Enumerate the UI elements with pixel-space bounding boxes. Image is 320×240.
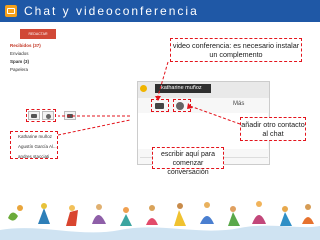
figure-icon — [177, 203, 183, 209]
ground-wave — [0, 225, 320, 240]
connector-contacts — [57, 119, 131, 136]
figure-icon — [146, 218, 158, 225]
figure-icon — [280, 212, 292, 226]
figure-icon — [305, 204, 311, 210]
figure-icon — [69, 205, 75, 211]
figure-icon — [66, 210, 78, 226]
figure-icon — [174, 210, 186, 226]
figure-icon — [228, 212, 240, 226]
figure-icon — [41, 203, 47, 209]
figure-icon — [252, 215, 266, 224]
decorative-figures — [0, 201, 320, 240]
connector-add — [189, 105, 241, 125]
figure-icon — [92, 215, 106, 224]
figure-icon — [282, 206, 288, 212]
connector-video — [157, 61, 169, 97]
figure-icon — [302, 217, 314, 224]
arrowhead — [187, 103, 193, 109]
figure-icon — [123, 207, 129, 213]
figure-icon — [200, 216, 214, 224]
arrowhead — [155, 96, 161, 101]
figure-icon — [96, 204, 102, 210]
figure-icon — [256, 201, 262, 207]
figure-icon — [149, 205, 155, 211]
figure-icon — [8, 212, 18, 221]
figure-icon — [120, 214, 132, 226]
figure-icon — [38, 208, 50, 224]
figure-icon — [230, 206, 236, 212]
figure-icon — [204, 202, 210, 208]
figure-icon — [17, 205, 23, 211]
